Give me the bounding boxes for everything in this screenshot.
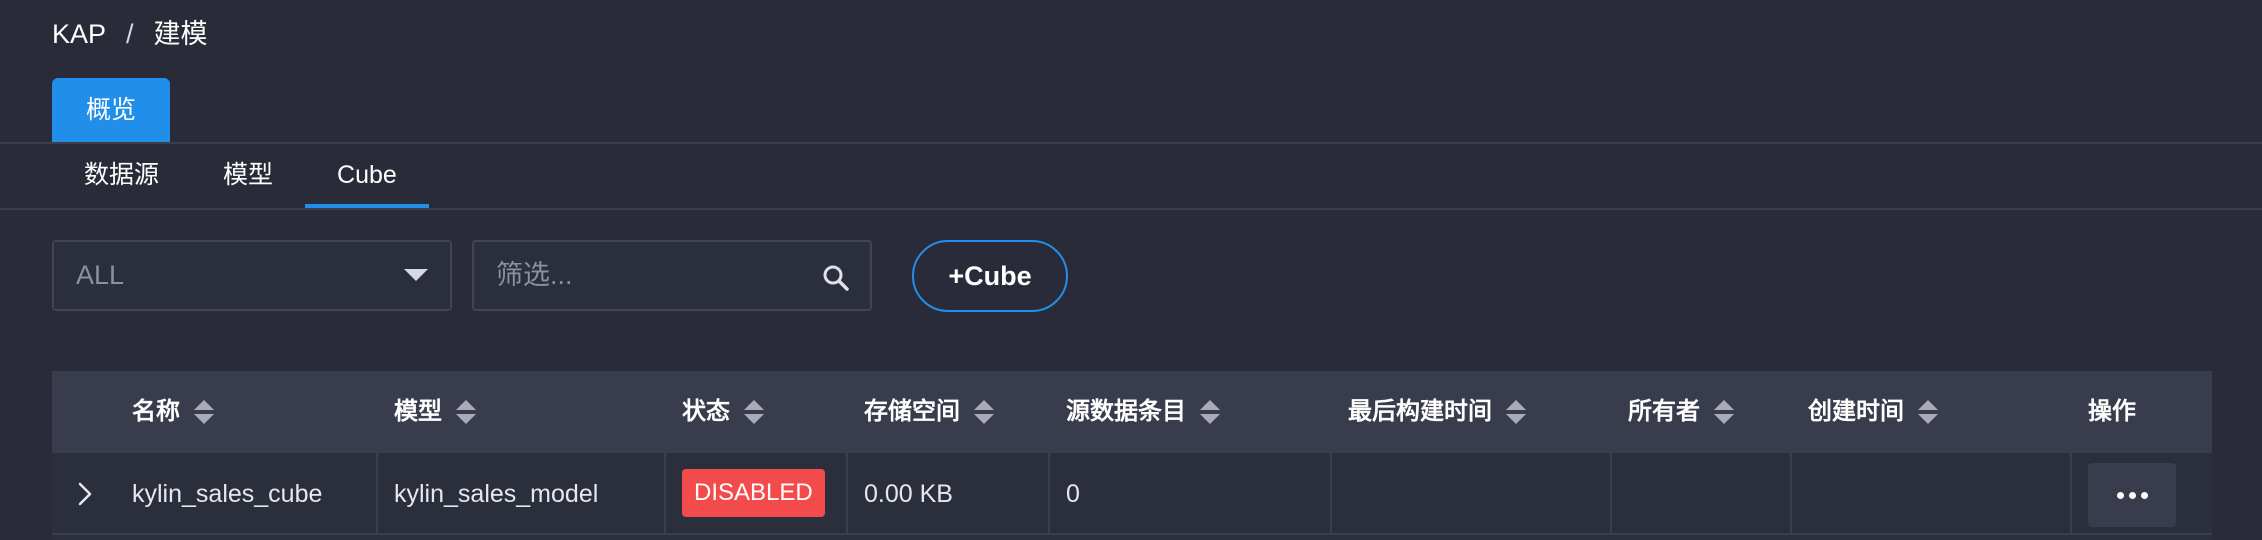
column-divider	[664, 453, 666, 535]
cell-model: kylin_sales_model	[394, 480, 599, 508]
column-header-status[interactable]: 状态	[682, 371, 764, 453]
sort-icon[interactable]	[1506, 399, 1526, 425]
tab-overview[interactable]: 概览	[52, 78, 170, 142]
table-row[interactable]: kylin_sales_cube kylin_sales_model DISAB…	[52, 453, 2212, 535]
column-header-label: 源数据条目	[1066, 398, 1186, 425]
column-header-source-records[interactable]: 源数据条目	[1066, 371, 1220, 453]
column-divider	[376, 453, 378, 535]
breadcrumb-current: 建模	[153, 19, 208, 49]
sort-icon[interactable]	[1714, 399, 1734, 425]
tab-model[interactable]: 模型	[191, 144, 305, 208]
search-icon[interactable]	[822, 264, 850, 292]
column-header-actions: 操作	[2088, 371, 2136, 453]
column-divider	[1610, 453, 1612, 535]
column-header-label: 模型	[394, 398, 442, 425]
more-icon	[2116, 491, 2124, 499]
sort-icon[interactable]	[974, 399, 994, 425]
breadcrumb-separator: /	[126, 19, 134, 49]
more-icon	[2140, 491, 2148, 499]
sub-tab-bar: 数据源 模型 Cube	[52, 144, 429, 208]
table-header: 名称 模型 状态 存储空间 源数据条目 最后构建时间 所有者 创建时间 操作	[52, 371, 2212, 453]
column-header-label: 状态	[682, 398, 730, 425]
status-badge: DISABLED	[682, 469, 825, 517]
project-select[interactable]: ALL	[52, 240, 452, 311]
column-divider	[846, 453, 848, 535]
sort-icon[interactable]	[194, 399, 214, 425]
cell-storage: 0.00 KB	[864, 480, 953, 508]
cube-table: 名称 模型 状态 存储空间 源数据条目 最后构建时间 所有者 创建时间 操作 k…	[52, 371, 2212, 540]
column-header-label: 存储空间	[864, 398, 960, 425]
cell-source-records: 0	[1066, 480, 1080, 508]
column-header-label: 最后构建时间	[1348, 398, 1492, 425]
column-header-label: 名称	[132, 398, 180, 425]
column-header-model[interactable]: 模型	[394, 371, 476, 453]
caret-down-icon	[404, 269, 428, 281]
column-header-owner[interactable]: 所有者	[1628, 371, 1734, 453]
column-divider	[1330, 453, 1332, 535]
search-input[interactable]	[474, 242, 814, 309]
more-icon	[2128, 491, 2136, 499]
page: KAP / 建模 概览 数据源 模型 Cube ALL +Cube 名称	[0, 0, 2262, 540]
sort-icon[interactable]	[1200, 399, 1220, 425]
column-header-label: 创建时间	[1808, 398, 1904, 425]
breadcrumb: KAP / 建模	[52, 16, 208, 52]
tab-cube[interactable]: Cube	[305, 144, 429, 208]
chevron-right-icon[interactable]	[76, 481, 94, 507]
search-box	[472, 240, 872, 311]
column-header-label: 操作	[2088, 398, 2136, 425]
select-value: ALL	[76, 260, 125, 290]
sort-icon[interactable]	[1918, 399, 1938, 425]
more-actions-button[interactable]	[2088, 463, 2176, 527]
sort-icon[interactable]	[744, 399, 764, 425]
column-header-label: 所有者	[1628, 398, 1700, 425]
column-header-storage[interactable]: 存储空间	[864, 371, 994, 453]
column-header-last-build-time[interactable]: 最后构建时间	[1348, 371, 1526, 453]
column-divider	[1790, 453, 1792, 535]
divider	[0, 208, 2262, 210]
breadcrumb-root[interactable]: KAP	[52, 16, 106, 52]
column-header-name[interactable]: 名称	[132, 371, 214, 453]
column-header-create-time[interactable]: 创建时间	[1808, 371, 1938, 453]
tab-data-source[interactable]: 数据源	[52, 144, 191, 208]
sort-icon[interactable]	[456, 399, 476, 425]
column-divider	[2070, 453, 2072, 535]
column-divider	[1048, 453, 1050, 535]
add-cube-button[interactable]: +Cube	[912, 240, 1068, 312]
cell-name: kylin_sales_cube	[132, 480, 323, 508]
